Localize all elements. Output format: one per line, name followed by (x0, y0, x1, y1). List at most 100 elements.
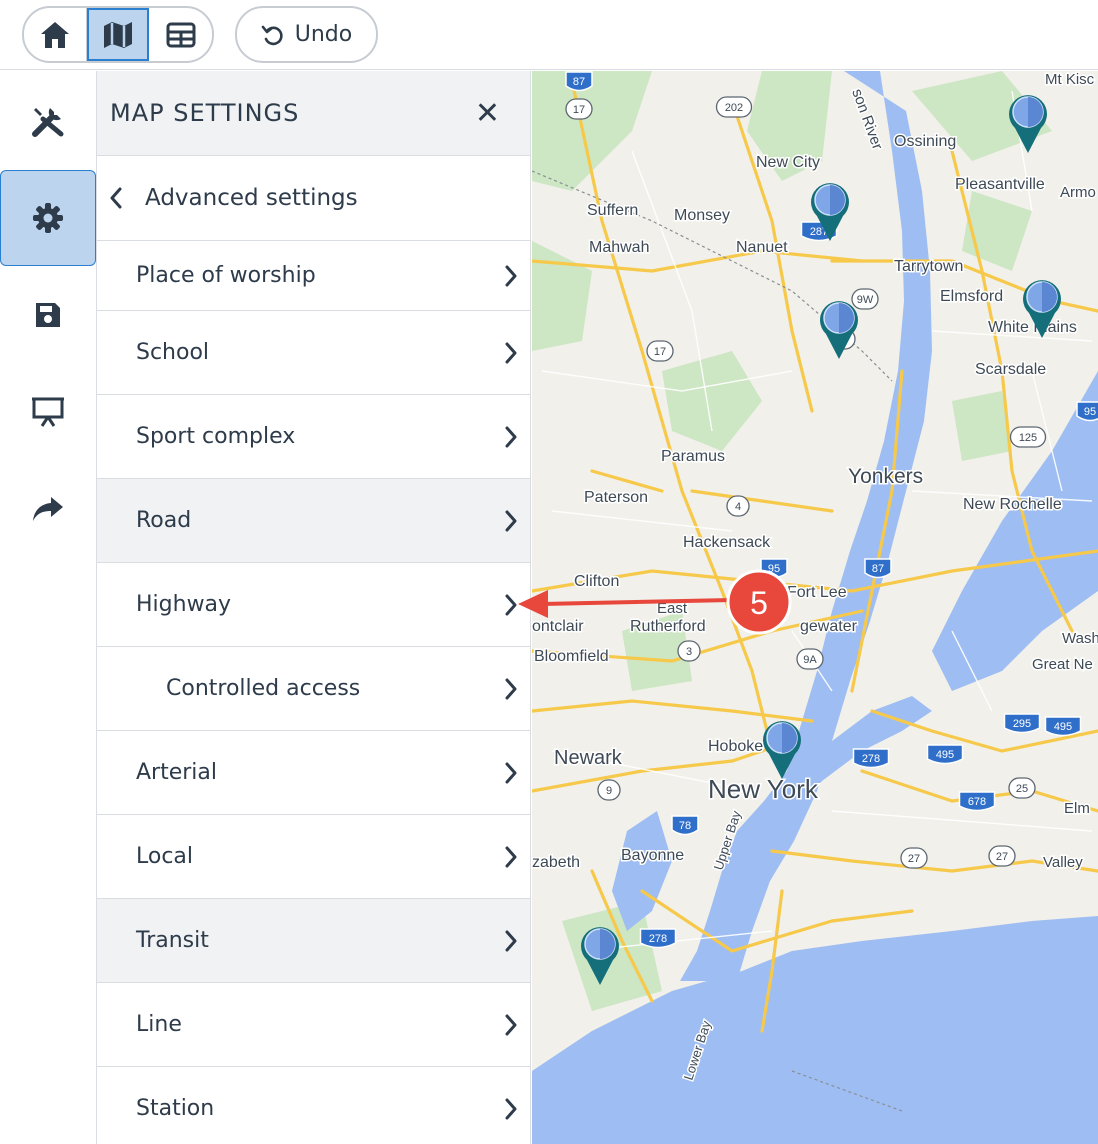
route-shield-number: 278 (862, 753, 880, 765)
settings-item-label: Local (136, 844, 194, 869)
table-icon (166, 22, 196, 47)
chevron-right-icon (505, 510, 517, 531)
home-button[interactable] (24, 8, 87, 61)
route-shield: 3 (677, 640, 701, 662)
view-switcher (22, 6, 214, 63)
top-toolbar: Undo (0, 0, 1098, 70)
panel-title: MAP SETTINGS (110, 99, 300, 127)
route-shield: 9A (796, 648, 824, 670)
settings-item[interactable]: Line (97, 983, 530, 1067)
map-settings-panel: MAP SETTINGS ✕ Advanced settings Place o… (97, 71, 531, 1144)
map-place-label: Nanuet (736, 239, 788, 256)
map-place-label: Bloomfield (534, 648, 609, 665)
route-shield-number: 678 (968, 796, 986, 808)
map-place-label: Elmsford (940, 288, 1003, 305)
map-canvas[interactable]: Mt Kisc Ossining New City Pleasantville Armo… (532, 71, 1098, 1144)
map-place-label: ontclair (532, 618, 584, 635)
map-place-label: Tarrytown (894, 258, 963, 275)
route-shield: 4 (726, 495, 750, 517)
settings-item-label: Line (136, 1012, 182, 1037)
settings-item-label: Transit (136, 928, 209, 953)
back-advanced-settings[interactable]: Advanced settings (97, 156, 530, 241)
gear-icon (33, 203, 63, 233)
route-shield: 295 (1003, 713, 1041, 734)
share-button[interactable] (0, 461, 96, 557)
route-shield: 678 (958, 791, 996, 812)
route-shield: 9 (597, 779, 621, 801)
map-place-label: Great Ne (1032, 656, 1093, 673)
settings-item[interactable]: Transit (97, 899, 530, 983)
route-shield: 87 (864, 558, 892, 579)
map-place-label: Valley (1043, 854, 1083, 871)
chevron-right-icon (505, 762, 517, 783)
settings-item[interactable]: Arterial (97, 731, 530, 815)
map-place-label: New City (756, 154, 820, 171)
undo-button[interactable]: Undo (235, 6, 378, 63)
settings-item[interactable]: Place of worship (97, 241, 530, 311)
route-shield-number: 87 (872, 563, 884, 575)
map-svg[interactable]: Mt Kisc Ossining New City Pleasantville Armo… (532, 71, 1098, 1144)
map-place-label: Paramus (661, 448, 725, 465)
map-place-label: Scarsdale (975, 361, 1046, 378)
save-icon (36, 303, 60, 327)
route-shield-number: 9 (606, 785, 612, 797)
settings-item[interactable]: Station (97, 1067, 530, 1144)
settings-item[interactable]: Sport complex (97, 395, 530, 479)
map-icon (103, 21, 132, 48)
settings-item-label: Place of worship (136, 263, 316, 288)
undo-label: Undo (294, 22, 353, 47)
settings-item[interactable]: Highway (97, 563, 530, 647)
route-shield-number: 9W (857, 294, 874, 306)
map-place-label: East (657, 600, 688, 617)
route-shield-number: 95 (1084, 406, 1096, 418)
back-label: Advanced settings (145, 185, 358, 211)
route-shield: 78 (671, 815, 699, 836)
route-shield-number: 25 (1016, 783, 1028, 795)
route-shield-number: 17 (573, 104, 585, 116)
tools-button[interactable] (0, 73, 96, 169)
map-place-label: Pleasantville (955, 176, 1045, 193)
route-shield: 278 (639, 928, 677, 949)
panel-header: MAP SETTINGS ✕ (97, 71, 530, 156)
chevron-right-icon (505, 846, 517, 867)
close-icon[interactable]: ✕ (475, 96, 500, 131)
settings-item-label: Arterial (136, 760, 218, 785)
map-place-label: Hackensack (683, 534, 771, 551)
table-view-button[interactable] (149, 8, 212, 61)
map-place-label: Monsey (674, 207, 730, 224)
map-place-label: Yonkers (848, 465, 923, 488)
present-button[interactable] (0, 364, 96, 460)
settings-button[interactable] (0, 170, 96, 266)
save-button[interactable] (0, 267, 96, 363)
settings-list: Place of worship School Sport complex Road H… (97, 241, 530, 1144)
settings-item[interactable]: Local (97, 815, 530, 899)
map-place-label: Mt Kisc (1045, 71, 1095, 88)
route-shield-number: 78 (679, 820, 691, 832)
route-shield-number: 4 (735, 501, 741, 513)
route-shield: 125 (1009, 426, 1047, 448)
route-shield: 278 (852, 748, 890, 769)
home-icon (40, 21, 69, 48)
chevron-right-icon (505, 678, 517, 699)
route-shield: 495 (926, 744, 964, 765)
map-place-label: White Plains (988, 319, 1077, 336)
left-rail (0, 71, 97, 1144)
route-shield: 25 (1008, 777, 1036, 799)
route-shield: 17 (646, 340, 674, 362)
map-place-label: Ossining (894, 133, 956, 150)
route-shield-number: 87 (573, 76, 585, 88)
map-place-label: gewater (800, 618, 858, 635)
settings-item[interactable]: Road (97, 479, 530, 563)
map-place-label: zabeth (532, 854, 580, 871)
map-place-label: Rutherford (630, 618, 706, 635)
map-place-label: Hoboke (708, 738, 763, 755)
chevron-right-icon (505, 265, 517, 286)
settings-item[interactable]: School (97, 311, 530, 395)
map-view-button[interactable] (86, 8, 150, 61)
map-place-label: Wash (1062, 630, 1098, 647)
map-place-label: Fort Lee (787, 584, 847, 601)
settings-item-label: Station (136, 1096, 215, 1121)
map-place-label: Paterson (584, 489, 648, 506)
settings-item[interactable]: Controlled access (97, 647, 530, 731)
route-shield-number: 495 (1054, 721, 1072, 733)
